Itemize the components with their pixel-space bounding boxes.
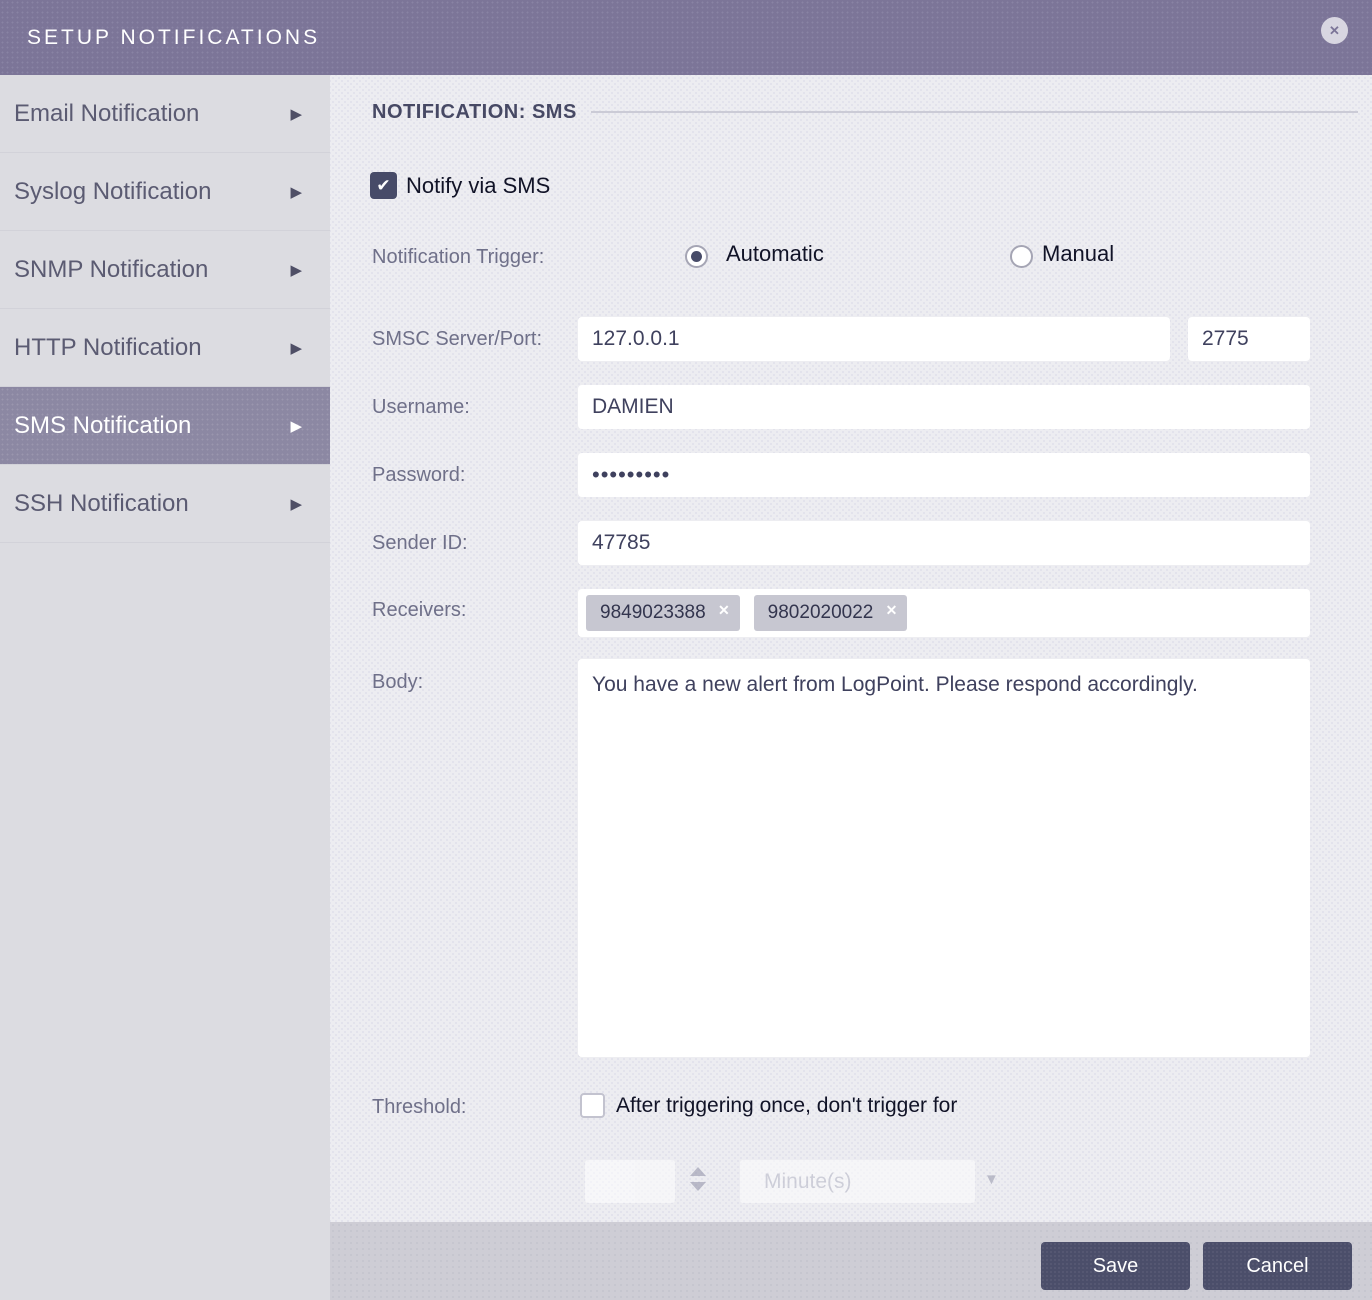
- chevron-right-icon: ▶: [290, 339, 302, 357]
- threshold-row: After triggering once, don't trigger for: [580, 1093, 957, 1118]
- dialog-header: SETUP NOTIFICATIONS ✕: [0, 0, 1372, 75]
- sidebar-item-label: SMS Notification: [14, 412, 290, 440]
- sms-notification-form: NOTIFICATION: SMS ✔ Notify via SMS Notif…: [330, 75, 1372, 1222]
- stepper-up-icon: [690, 1167, 706, 1176]
- chevron-right-icon: ▶: [290, 105, 302, 123]
- smsc-port-input[interactable]: [1188, 317, 1310, 361]
- notification-trigger-label: Notification Trigger:: [372, 246, 544, 269]
- dialog-footer: Save Cancel: [330, 1222, 1372, 1300]
- notify-via-sms-label: Notify via SMS: [406, 173, 550, 199]
- sidebar-item-label: HTTP Notification: [14, 334, 290, 362]
- dialog-title: SETUP NOTIFICATIONS: [0, 26, 320, 50]
- username-input[interactable]: [578, 385, 1310, 429]
- sidebar-item-snmp-notification[interactable]: SNMP Notification ▶: [0, 231, 330, 309]
- sidebar-item-ssh-notification[interactable]: SSH Notification ▶: [0, 465, 330, 543]
- sidebar-item-email-notification[interactable]: Email Notification ▶: [0, 75, 330, 153]
- body-label: Body:: [372, 671, 423, 694]
- username-label: Username:: [372, 396, 470, 419]
- receivers-input[interactable]: 9849023388 ✕ 9802020022 ✕: [578, 589, 1310, 637]
- threshold-label: Threshold:: [372, 1096, 467, 1119]
- password-input[interactable]: [578, 453, 1310, 497]
- setup-notifications-dialog: SETUP NOTIFICATIONS ✕ Email Notification…: [0, 0, 1372, 1300]
- check-icon: ✔: [376, 176, 390, 196]
- sidebar-item-http-notification[interactable]: HTTP Notification ▶: [0, 309, 330, 387]
- chevron-right-icon: ▶: [290, 417, 302, 435]
- chevron-right-icon: ▶: [290, 261, 302, 279]
- notify-via-sms-row: ✔ Notify via SMS: [370, 172, 550, 199]
- sidebar-item-label: Email Notification: [14, 100, 290, 128]
- body-textarea[interactable]: You have a new alert from LogPoint. Plea…: [578, 659, 1310, 1057]
- smsc-server-input[interactable]: [578, 317, 1170, 361]
- sidebar-item-syslog-notification[interactable]: Syslog Notification ▶: [0, 153, 330, 231]
- smsc-server-port-label: SMSC Server/Port:: [372, 328, 542, 351]
- receiver-tag-value: 9849023388: [600, 602, 706, 623]
- close-button[interactable]: ✕: [1321, 17, 1348, 44]
- sidebar-item-label: SSH Notification: [14, 490, 290, 518]
- notification-types-sidebar: Email Notification ▶ Syslog Notification…: [0, 75, 330, 1300]
- trigger-manual-label: Manual: [1042, 241, 1114, 267]
- save-button[interactable]: Save: [1041, 1242, 1190, 1290]
- cancel-button[interactable]: Cancel: [1203, 1242, 1352, 1290]
- close-icon: ✕: [1329, 23, 1340, 39]
- receivers-label: Receivers:: [372, 599, 466, 622]
- threshold-checkbox-label: After triggering once, don't trigger for: [616, 1094, 957, 1118]
- trigger-manual-radio[interactable]: [1010, 245, 1033, 268]
- section-divider: [591, 111, 1358, 113]
- chevron-down-icon: ▼: [984, 1171, 999, 1188]
- sidebar-item-sms-notification[interactable]: SMS Notification ▶: [0, 387, 330, 465]
- remove-tag-icon[interactable]: ✕: [718, 595, 730, 625]
- sidebar-item-label: SNMP Notification: [14, 256, 290, 284]
- threshold-interval-input: [585, 1160, 675, 1203]
- receiver-tag-value: 9802020022: [768, 602, 874, 623]
- section-header: NOTIFICATION: SMS: [372, 97, 1358, 127]
- notify-via-sms-checkbox[interactable]: ✔: [370, 172, 397, 199]
- sender-id-label: Sender ID:: [372, 532, 468, 555]
- trigger-automatic-label: Automatic: [726, 241, 824, 267]
- receiver-tag: 9802020022 ✕: [754, 595, 908, 631]
- sidebar-item-label: Syslog Notification: [14, 178, 290, 206]
- password-label: Password:: [372, 464, 465, 487]
- trigger-automatic-radio[interactable]: [685, 245, 708, 268]
- chevron-right-icon: ▶: [290, 183, 302, 201]
- interval-stepper: [690, 1167, 706, 1191]
- receiver-tag: 9849023388 ✕: [586, 595, 740, 631]
- chevron-right-icon: ▶: [290, 495, 302, 513]
- threshold-checkbox[interactable]: [580, 1093, 605, 1118]
- section-title: NOTIFICATION: SMS: [372, 101, 577, 124]
- remove-tag-icon[interactable]: ✕: [886, 595, 898, 625]
- stepper-down-icon: [690, 1182, 706, 1191]
- sender-id-input[interactable]: [578, 521, 1310, 565]
- threshold-unit-select: [740, 1160, 975, 1203]
